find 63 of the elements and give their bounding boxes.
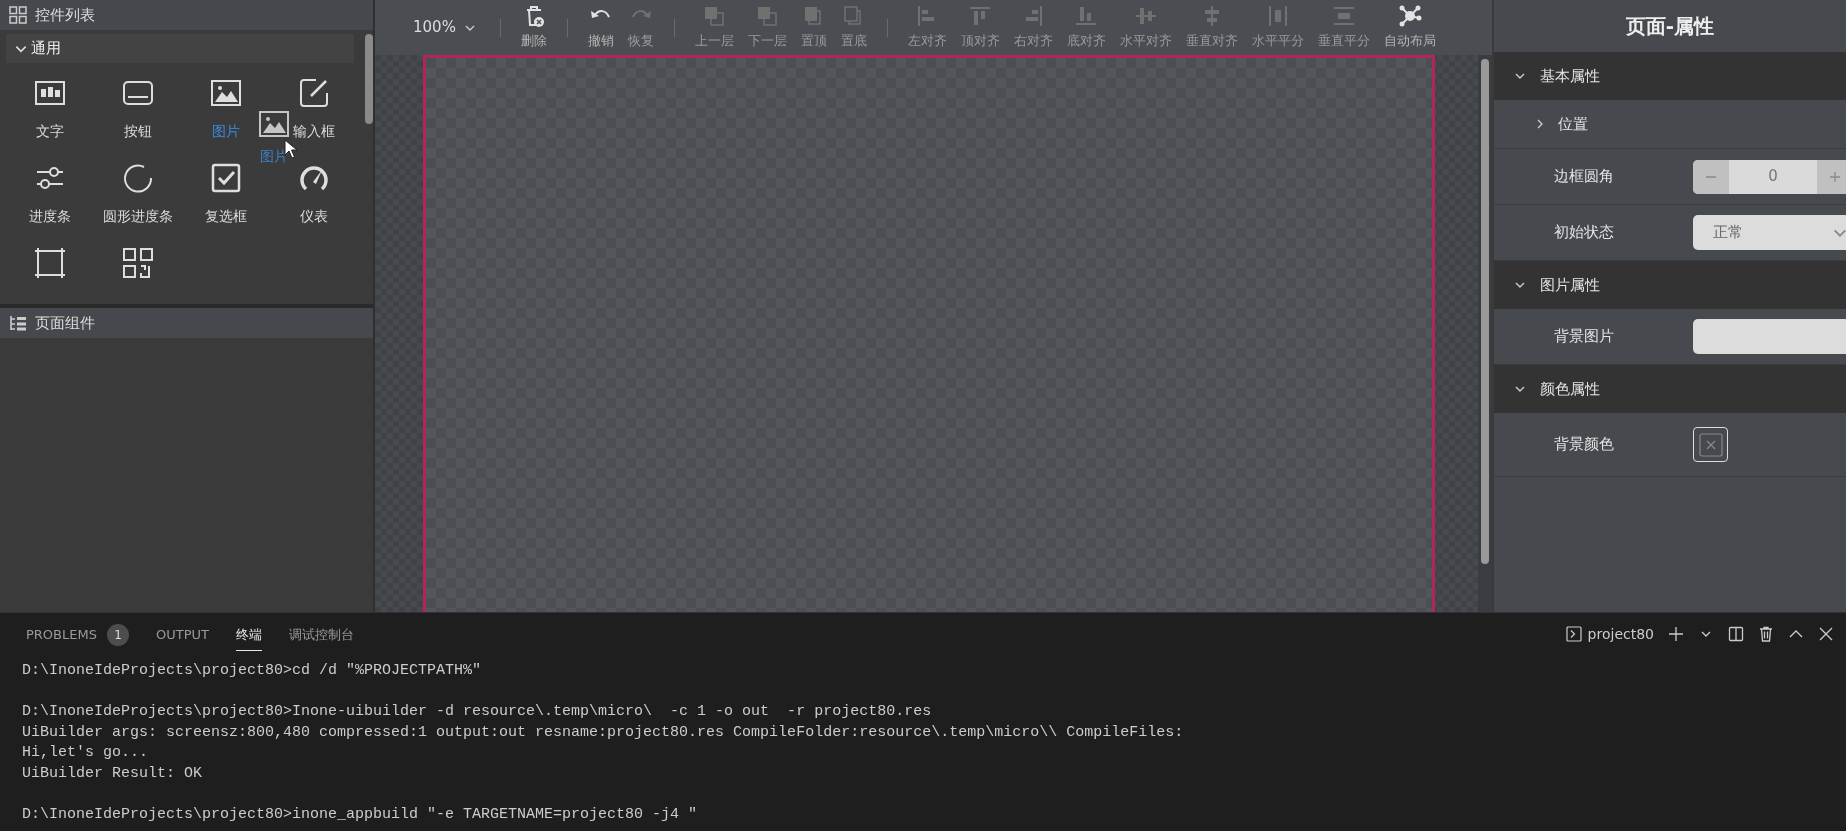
control-item[interactable]: 输入框 — [293, 77, 335, 142]
field-label: 初始状态 — [1553, 222, 1615, 244]
field-label: 背景图片 — [1553, 326, 1615, 348]
select-dropdown[interactable]: 正常 — [1693, 215, 1846, 250]
control-item[interactable]: 进度条 — [29, 162, 71, 227]
toolbar-button[interactable]: 撤销 — [583, 4, 618, 51]
network-icon[interactable] — [1397, 4, 1422, 29]
section-title[interactable]: 图片属性 — [1540, 273, 1600, 297]
panel-title: 页面-属性 — [1624, 13, 1716, 40]
section-title[interactable]: 颜色属性 — [1540, 377, 1600, 401]
group-label[interactable]: 位置 — [1558, 112, 1588, 136]
terminal-line: Hi,let's go... — [22, 743, 150, 763]
panel-tab[interactable]: 调试控制台 — [288, 616, 354, 652]
color-swatch[interactable] — [1693, 427, 1728, 462]
control-item[interactable]: 仪表 — [298, 162, 330, 227]
frame-icon — [34, 247, 66, 279]
control-item[interactable] — [34, 247, 66, 279]
image-field[interactable] — [1693, 319, 1846, 354]
number-stepper[interactable]: 0 — [1693, 159, 1846, 194]
terminal-line: D:\InoneIdeProjects\project80>Inone-uibuilder -d resource\.temp\micro\ -c 1 -o out -r project80.res — [22, 702, 933, 722]
panel-title: 页面组件 — [35, 312, 95, 334]
terminal-line: UiBuilder Result: OK — [22, 763, 204, 784]
trash-icon[interactable] — [1758, 626, 1774, 642]
edit-box-icon — [298, 77, 330, 109]
control-item[interactable]: 文字 — [34, 77, 66, 142]
empty-color-icon — [1698, 432, 1723, 457]
tree-icon — [9, 314, 27, 332]
terminal-selector[interactable]: project80 — [1565, 623, 1654, 645]
plus-icon[interactable] — [1668, 626, 1684, 642]
control-item[interactable]: 复选框 — [205, 162, 247, 227]
terminal-icon — [1565, 626, 1582, 642]
section-title[interactable]: 通用 — [31, 37, 61, 60]
scrollbar-thumb[interactable] — [364, 34, 373, 124]
image-icon — [210, 77, 242, 109]
ring-icon — [122, 162, 154, 194]
control-item[interactable]: 圆形进度条 — [103, 162, 173, 227]
panel-tab[interactable]: 终端 — [235, 616, 262, 652]
scrollbar-thumb[interactable] — [1481, 59, 1489, 564]
qr-code-icon — [122, 247, 154, 279]
count-badge: 1 — [106, 623, 129, 646]
image-icon — [258, 108, 290, 140]
terminal-line: D:\InoneIdeProjects\project80>inone_appbuild "-e TARGETNAME=project80 -j4 " — [22, 804, 699, 825]
increment-button[interactable] — [1817, 159, 1846, 194]
toolbar-button[interactable]: 删除 — [516, 4, 551, 51]
terminal-line: D:\InoneIdeProjects\project80>cd /d "%PROJECTPATH%" — [22, 661, 483, 681]
section-title[interactable]: 基本属性 — [1540, 64, 1600, 88]
grid-icon — [9, 6, 27, 24]
panel-tab[interactable]: OUTPUT — [155, 616, 209, 652]
zoom-dropdown[interactable]: 100% — [405, 16, 484, 39]
panel-tab[interactable]: PROBLEMS 1 — [26, 615, 129, 653]
control-item[interactable]: 按钮 — [122, 77, 154, 142]
panel-title: 控件列表 — [35, 4, 95, 26]
field-label: 背景颜色 — [1553, 434, 1615, 456]
checkbox-icon — [210, 162, 242, 194]
close-icon[interactable] — [1818, 626, 1834, 642]
terminal-line: UiBuilder args: screensz:800,480 compressed:1 output:out resname:project80.res CompileFolder:resource\.temp\micro\\ CompileFiles: — [22, 722, 1185, 743]
control-item[interactable] — [122, 247, 154, 279]
control-item[interactable]: 图片 — [210, 77, 242, 142]
stepper-value[interactable]: 0 — [1729, 159, 1817, 194]
toolbar-button[interactable]: 自动布局 — [1379, 4, 1440, 51]
field-label: 边框圆角 — [1553, 166, 1615, 188]
decrement-button[interactable] — [1693, 159, 1729, 194]
split-icon[interactable] — [1728, 626, 1744, 642]
